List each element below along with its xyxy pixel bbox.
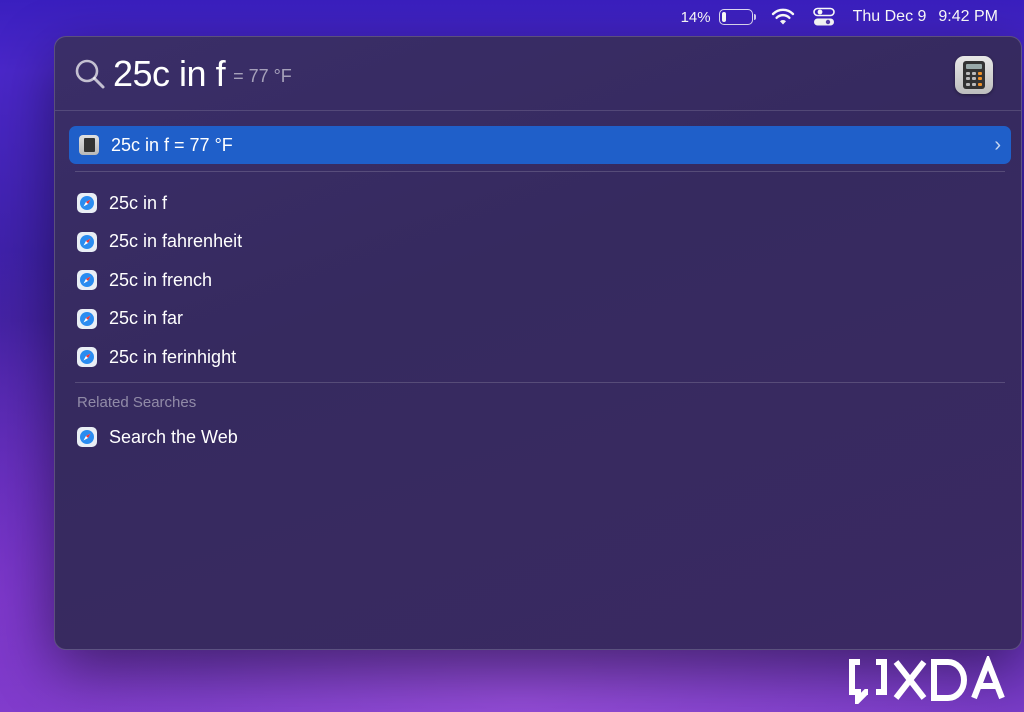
clock-date: Thu Dec 9 <box>852 8 927 25</box>
spotlight-search-bar[interactable]: 25c in f = 77 °F <box>55 37 1021 111</box>
xda-logo <box>849 656 1005 704</box>
divider <box>75 382 1005 383</box>
suggestion-item[interactable]: 25c in f <box>77 184 977 223</box>
inline-result-preview: = 77 °F <box>233 66 292 86</box>
suggestion-item[interactable]: 25c in fahrenheit <box>77 223 977 262</box>
safari-icon <box>77 231 97 252</box>
related-searches-header: Related Searches <box>77 394 197 411</box>
chevron-right-icon: › <box>994 133 1001 156</box>
search-icon <box>75 59 105 88</box>
suggestion-item[interactable]: 25c in french <box>77 261 977 300</box>
safari-icon <box>77 347 97 368</box>
top-hit-label: 25c in f = 77 °F <box>111 134 233 155</box>
calculator-icon <box>955 56 993 94</box>
safari-icon <box>77 427 97 448</box>
search-the-web-label: Search the Web <box>109 426 238 447</box>
spotlight-panel: 25c in f = 77 °F 25c in f = 77 °F › 25c … <box>54 36 1022 650</box>
battery-icon <box>718 9 756 25</box>
suggestion-list: 25c in f 25c in fahrenheit 25c in french… <box>77 184 977 377</box>
suggestion-label: 25c in ferinhight <box>109 346 237 367</box>
top-hit-result[interactable]: 25c in f = 77 °F › <box>69 126 1011 164</box>
battery-status[interactable]: 14% <box>680 8 756 26</box>
safari-icon <box>77 308 97 329</box>
suggestion-item[interactable]: 25c in ferinhight <box>77 338 977 377</box>
divider <box>75 171 1005 172</box>
suggestion-item[interactable]: 25c in far <box>77 300 977 339</box>
safari-icon <box>77 193 97 214</box>
battery-level-fill <box>721 12 726 22</box>
search-the-web-item[interactable]: Search the Web <box>77 418 238 457</box>
safari-icon <box>77 270 97 291</box>
clock-time: 9:42 PM <box>938 8 998 25</box>
suggestion-label: 25c in french <box>109 269 213 290</box>
menu-bar: 14% Thu Dec 9 9:42 PM <box>0 0 1024 34</box>
search-input[interactable]: 25c in f <box>113 53 226 95</box>
battery-percent: 14% <box>680 8 711 26</box>
calculator-icon <box>79 135 99 155</box>
suggestion-label: 25c in fahrenheit <box>109 231 243 252</box>
wifi-icon[interactable] <box>771 8 795 26</box>
menubar-clock[interactable]: Thu Dec 9 9:42 PM <box>853 8 998 26</box>
suggestion-label: 25c in f <box>109 192 168 213</box>
control-center-icon[interactable] <box>812 7 835 27</box>
suggestion-label: 25c in far <box>109 308 184 329</box>
